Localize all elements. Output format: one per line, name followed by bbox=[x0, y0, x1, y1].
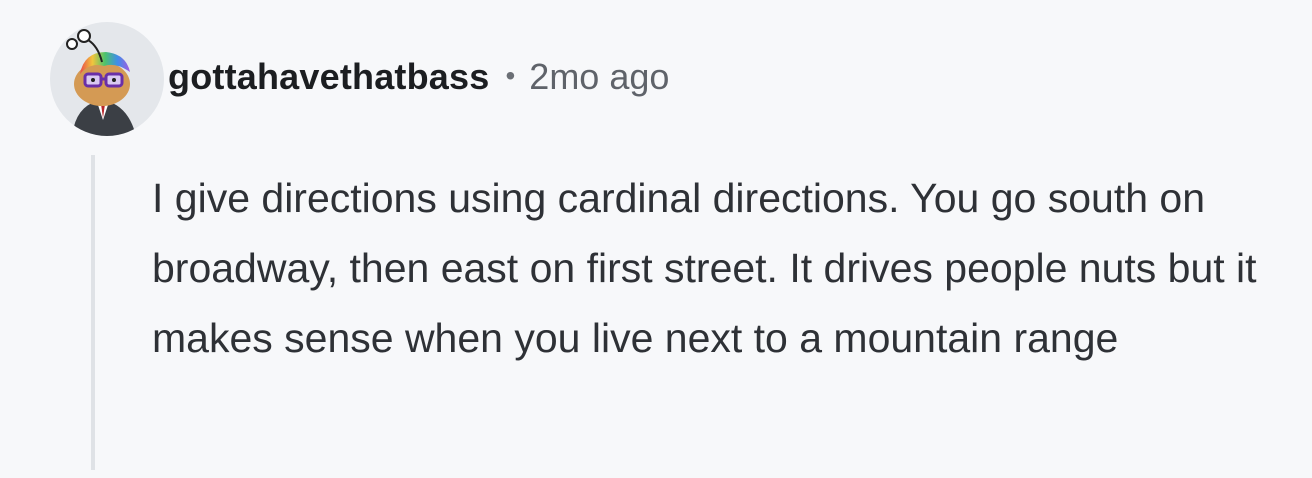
meta-separator: • bbox=[505, 60, 516, 91]
thread-collapse-line[interactable] bbox=[91, 155, 95, 470]
snoo-avatar-icon bbox=[50, 22, 164, 136]
timestamp[interactable]: 2mo ago bbox=[529, 56, 669, 98]
avatar[interactable] bbox=[50, 22, 164, 136]
comment: gottahavethatbass • 2mo ago I give direc… bbox=[0, 0, 1312, 478]
comment-meta: gottahavethatbass • 2mo ago bbox=[168, 56, 669, 98]
username-link[interactable]: gottahavethatbass bbox=[168, 56, 489, 98]
comment-body: I give directions using cardinal directi… bbox=[152, 175, 1257, 361]
